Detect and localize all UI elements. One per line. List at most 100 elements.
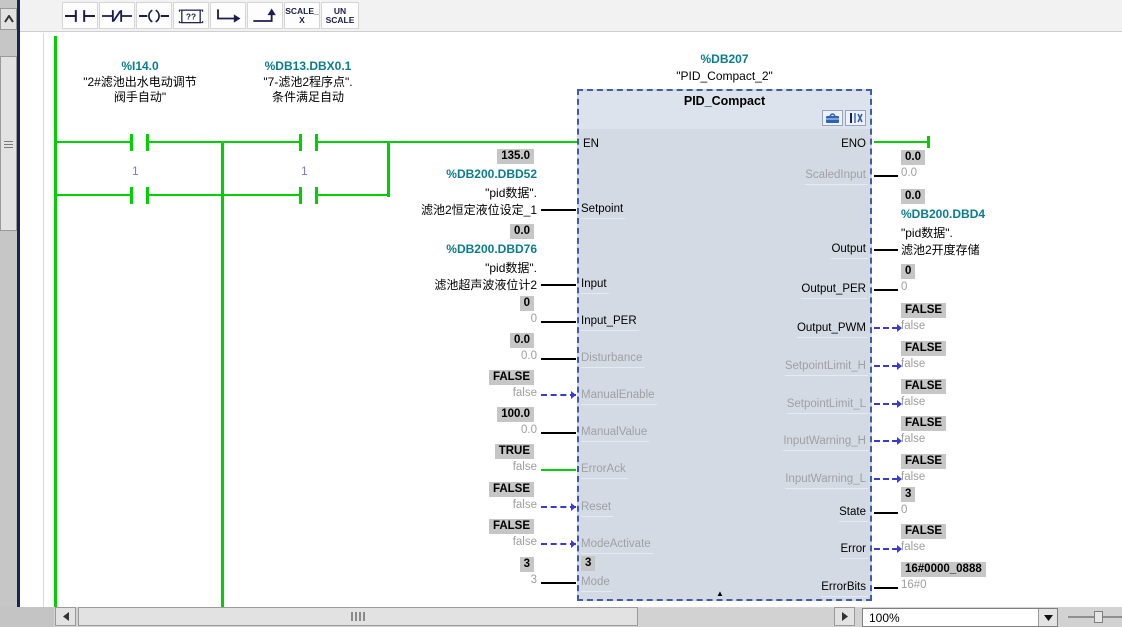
pin-operand-mode[interactable]: 3 bbox=[531, 574, 537, 586]
instance-db-address[interactable]: %DB207 bbox=[577, 52, 872, 66]
pin-monitor-disturbance[interactable]: 0.0 bbox=[510, 333, 534, 348]
empty-box-button[interactable]: ?? bbox=[173, 2, 209, 29]
pin-operand-modeactivate[interactable]: false bbox=[513, 536, 537, 548]
pin-monitor-errorbits[interactable]: 16#0000_0888 bbox=[901, 562, 986, 577]
pin-operand-setpointlimit_h[interactable]: false bbox=[901, 358, 925, 370]
pin-operand-error[interactable]: false bbox=[901, 541, 925, 553]
pin-monitor-scaledinput[interactable]: 0.0 bbox=[901, 150, 925, 165]
normally-open-contact-button[interactable] bbox=[62, 2, 98, 29]
block-pin-label-input_per[interactable]: Input_PER bbox=[581, 314, 639, 331]
contact-bar[interactable] bbox=[130, 134, 133, 151]
configuration-toolbox-icon[interactable] bbox=[822, 110, 843, 126]
pin-operand-manualenable[interactable]: false bbox=[513, 387, 537, 399]
zoom-slider-handle[interactable] bbox=[1094, 611, 1103, 623]
pin-operand-output-line2[interactable]: "pid数据". bbox=[901, 224, 953, 241]
block-pin-label-scaledinput[interactable]: ScaledInput bbox=[805, 168, 868, 185]
block-pin-label-error[interactable]: Error bbox=[840, 542, 868, 559]
pin-operand-setpoint-line2[interactable]: "pid数据". bbox=[485, 184, 537, 201]
instance-db-name[interactable]: "PID_Compact_2" bbox=[577, 69, 872, 83]
block-pin-label-reset[interactable]: Reset bbox=[581, 500, 613, 517]
contact2-tag-name[interactable]: "7-滤池2程序点". 条件满足自动 bbox=[203, 75, 413, 105]
block-pin-label-state[interactable]: State bbox=[839, 505, 868, 522]
pin-operand-setpointlimit_l[interactable]: false bbox=[901, 396, 925, 408]
pid-compact-block[interactable]: PID_Compact EN ENO ▲ bbox=[577, 89, 872, 601]
block-pin-label-manualvalue[interactable]: ManualValue bbox=[581, 425, 649, 442]
contact1-address[interactable]: %I14.0 bbox=[45, 59, 235, 74]
pin-operand-output_per[interactable]: 0 bbox=[901, 281, 907, 293]
pin-operand-disturbance[interactable]: 0.0 bbox=[521, 350, 537, 362]
contact-bar[interactable] bbox=[315, 187, 318, 204]
output-coil-button[interactable] bbox=[136, 2, 172, 29]
pin-monitor-manualenable[interactable]: FALSE bbox=[489, 370, 534, 385]
pin-operand-input-line1[interactable]: %DB200.DBD76 bbox=[446, 242, 537, 256]
pin-operand-output-line3[interactable]: 滤池2开度存储 bbox=[901, 241, 980, 258]
block-pin-label-disturbance[interactable]: Disturbance bbox=[581, 351, 644, 368]
commissioning-tools-icon[interactable] bbox=[845, 110, 866, 126]
block-pin-label-output_pwm[interactable]: Output_PWM bbox=[797, 321, 868, 338]
block-pin-label-output[interactable]: Output bbox=[831, 242, 868, 259]
block-pin-label-output_per[interactable]: Output_PER bbox=[801, 282, 868, 299]
pin-monitor-errorack[interactable]: TRUE bbox=[495, 444, 534, 459]
pin-monitor-state[interactable]: 3 bbox=[901, 487, 915, 502]
pin-monitor-input_per[interactable]: 0 bbox=[520, 296, 534, 311]
pin-operand-errorack[interactable]: false bbox=[513, 461, 537, 473]
block-pin-label-inputwarning_h[interactable]: InputWarning_H bbox=[783, 434, 868, 451]
pin-monitor-mode[interactable]: 3 bbox=[520, 557, 534, 572]
pin-monitor-setpoint[interactable]: 135.0 bbox=[497, 149, 534, 164]
close-branch-button[interactable] bbox=[247, 2, 283, 29]
zoom-level-combobox[interactable]: 100% bbox=[862, 608, 1058, 627]
pin-monitor-inputwarning_l[interactable]: FALSE bbox=[901, 454, 946, 469]
block-pin-label-errorack[interactable]: ErrorAck bbox=[581, 462, 628, 479]
contact-bar[interactable] bbox=[130, 187, 133, 204]
pin-monitor-setpointlimit_l[interactable]: FALSE bbox=[901, 379, 946, 394]
unscale-button[interactable]: UN SCALE bbox=[321, 2, 359, 29]
contact-bar[interactable] bbox=[146, 187, 149, 204]
pin-monitor-input[interactable]: 0.0 bbox=[510, 224, 534, 239]
contact-bar[interactable] bbox=[146, 134, 149, 151]
pin-operand-state[interactable]: 0 bbox=[901, 504, 907, 516]
pin-operand-errorbits[interactable]: 16#0 bbox=[901, 579, 927, 591]
pin-operand-scaledinput[interactable]: 0.0 bbox=[901, 167, 917, 179]
pin-monitor-error[interactable]: FALSE bbox=[901, 524, 946, 539]
pin-monitor-setpointlimit_h[interactable]: FALSE bbox=[901, 341, 946, 356]
pin-operand-reset[interactable]: false bbox=[513, 499, 537, 511]
block-pin-label-inputwarning_l[interactable]: InputWarning_L bbox=[785, 472, 868, 489]
contact2-address[interactable]: %DB13.DBX0.1 bbox=[213, 59, 403, 74]
pin-operand-input_per[interactable]: 0 bbox=[531, 313, 537, 325]
pin-monitor-output_pwm[interactable]: FALSE bbox=[901, 303, 946, 318]
pin-operand-output-line1[interactable]: %DB200.DBD4 bbox=[901, 207, 985, 221]
pin-operand-setpoint-line1[interactable]: %DB200.DBD52 bbox=[446, 167, 537, 181]
vertical-scrollbar-thumb[interactable] bbox=[0, 56, 17, 231]
normally-closed-contact-button[interactable] bbox=[99, 2, 135, 29]
zoom-dropdown-button[interactable] bbox=[1038, 609, 1057, 626]
pin-monitor-output_per[interactable]: 0 bbox=[901, 264, 915, 279]
scale-x-button[interactable]: SCALE_ X bbox=[284, 2, 320, 29]
open-branch-button[interactable] bbox=[210, 2, 246, 29]
block-pin-label-errorbits[interactable]: ErrorBits bbox=[821, 580, 868, 597]
pin-monitor-output[interactable]: 0.0 bbox=[901, 189, 925, 204]
scroll-up-button[interactable] bbox=[0, 8, 17, 30]
block-pin-label-mode[interactable]: Mode bbox=[581, 575, 612, 592]
block-pin-label-setpoint[interactable]: Setpoint bbox=[581, 202, 625, 219]
vertical-scrollbar[interactable] bbox=[0, 0, 17, 627]
pin-operand-output_pwm[interactable]: false bbox=[901, 320, 925, 332]
collapse-block-triangle[interactable]: ▲ bbox=[716, 589, 724, 598]
block-pin-label-manualenable[interactable]: ManualEnable bbox=[581, 388, 657, 405]
horizontal-scrollbar-thumb[interactable] bbox=[78, 607, 638, 626]
block-pin-label-input[interactable]: Input bbox=[581, 277, 609, 294]
pin-monitor-inputwarning_h[interactable]: FALSE bbox=[901, 416, 946, 431]
pin-operand-inputwarning_l[interactable]: false bbox=[901, 471, 925, 483]
pin-operand-input-line2[interactable]: "pid数据". bbox=[485, 259, 537, 276]
pin-operand-input-line3[interactable]: 滤池超声波液位计2 bbox=[434, 276, 537, 293]
contact-bar[interactable] bbox=[299, 134, 302, 151]
pin-monitor-manualvalue[interactable]: 100.0 bbox=[497, 407, 534, 422]
scroll-left-button[interactable] bbox=[55, 607, 76, 626]
block-pin-label-setpointlimit_l[interactable]: SetpointLimit_L bbox=[787, 397, 868, 414]
pin-operand-setpoint-line3[interactable]: 滤池2恒定液位设定_1 bbox=[421, 201, 537, 218]
pin-operand-manualvalue[interactable]: 0.0 bbox=[521, 424, 537, 436]
pin-monitor-modeactivate[interactable]: FALSE bbox=[489, 519, 534, 534]
block-pin-label-setpointlimit_h[interactable]: SetpointLimit_H bbox=[785, 359, 868, 376]
pin-operand-inputwarning_h[interactable]: false bbox=[901, 433, 925, 445]
contact-bar[interactable] bbox=[315, 134, 318, 151]
block-pin-label-modeactivate[interactable]: ModeActivate bbox=[581, 537, 653, 554]
